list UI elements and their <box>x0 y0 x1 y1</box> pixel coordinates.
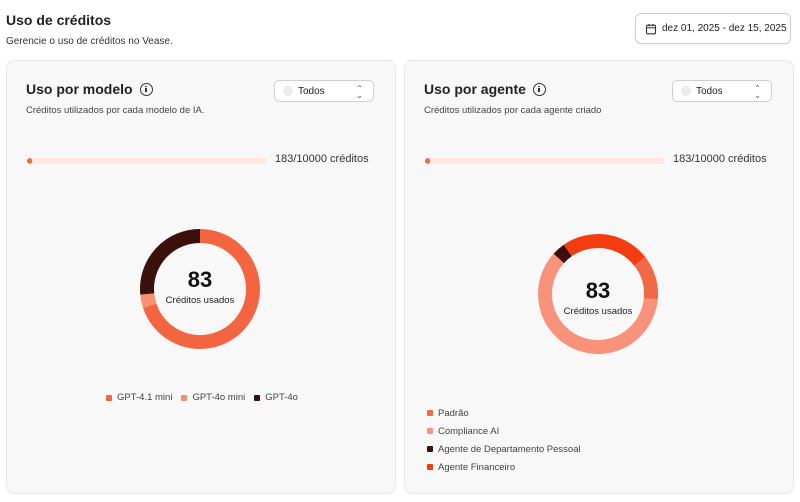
info-icon[interactable] <box>532 82 546 96</box>
model-filter-select[interactable]: Todos ⌃ ⌄ <box>274 80 374 102</box>
model-legend-swatch <box>181 394 188 401</box>
agent-filter-select[interactable]: Todos ⌃ ⌄ <box>672 80 772 102</box>
model-total-value: 83 <box>187 267 213 292</box>
agent-slice-3[interactable] <box>563 234 646 266</box>
model-legend: GPT-4.1 mini GPT-4o mini GPT-4o <box>106 392 298 403</box>
model-credit-progress <box>27 158 267 164</box>
model-legend-label: GPT-4o <box>265 392 298 403</box>
page-title: Uso de créditos <box>6 12 112 28</box>
agent-legend: Padrão Compliance AI Agente de Departament… <box>427 404 581 476</box>
model-legend-label: GPT-4.1 mini <box>117 392 173 403</box>
model-legend-item: GPT-4.1 mini <box>106 392 172 403</box>
model-usage-card: Uso por modelo Créditos utilizados por c… <box>6 60 396 494</box>
agent-legend-item: Agente de Departamento Pessoal <box>427 440 581 458</box>
agent-legend-swatch <box>427 410 433 416</box>
agent-legend-label: Padrão <box>438 407 469 419</box>
info-icon[interactable] <box>139 82 153 96</box>
model-legend-swatch <box>254 394 261 401</box>
agent-total-value: 83 <box>585 278 611 303</box>
agent-total-label: Créditos usados <box>563 306 633 317</box>
agent-legend-label: Agente Financeiro <box>438 461 516 473</box>
agent-credit-progress <box>425 158 665 164</box>
select-placeholder-dot <box>283 86 293 96</box>
date-range-button[interactable]: dez 01, 2025 - dez 15, 2025 <box>635 13 791 44</box>
model-credit-progress-text: 183/10000 créditos <box>275 153 369 165</box>
agent-credit-progress-fill <box>425 158 430 164</box>
model-legend-swatch <box>106 394 112 401</box>
date-range-label: dez 01, 2025 - dez 15, 2025 <box>662 23 787 34</box>
agent-legend-label: Compliance AI <box>438 425 500 437</box>
select-placeholder-dot <box>681 86 691 96</box>
agent-legend-swatch <box>427 464 433 470</box>
model-legend-label: GPT-4o mini <box>192 392 246 403</box>
agent-legend-swatch <box>427 428 433 434</box>
model-legend-item: GPT-4o <box>254 392 298 403</box>
model-card-title: Uso por modelo <box>26 81 133 97</box>
agent-card-title: Uso por agente <box>424 81 526 97</box>
agent-legend-swatch <box>427 446 433 452</box>
calendar-icon <box>645 23 657 34</box>
agent-legend-label: Agente de Departamento Pessoal <box>438 443 581 455</box>
agent-card-subtitle: Créditos utilizados por cada agente cria… <box>424 105 602 116</box>
model-filter-value: Todos <box>298 85 325 97</box>
model-credit-progress-fill <box>27 158 32 164</box>
agent-legend-item: Padrão <box>427 404 581 422</box>
chevron-up-down-icon: ⌃ ⌄ <box>754 84 761 100</box>
agent-slice-2[interactable] <box>553 244 572 264</box>
model-card-subtitle: Créditos utilizados por cada modelo de I… <box>26 105 205 116</box>
chevron-up-down-icon: ⌃ ⌄ <box>356 84 363 100</box>
agent-usage-card: Uso por agente Créditos utilizados por c… <box>404 60 794 494</box>
agent-credit-progress-text: 183/10000 créditos <box>673 153 767 165</box>
model-legend-item: GPT-4o mini <box>181 392 245 403</box>
agent-filter-value: Todos <box>696 85 723 97</box>
agent-legend-item: Compliance AI <box>427 422 581 440</box>
model-total-label: Créditos usados <box>165 295 235 306</box>
page-subtitle: Gerencie o uso de créditos no Vease. <box>6 36 173 47</box>
agent-legend-item: Agente Financeiro <box>427 458 581 476</box>
